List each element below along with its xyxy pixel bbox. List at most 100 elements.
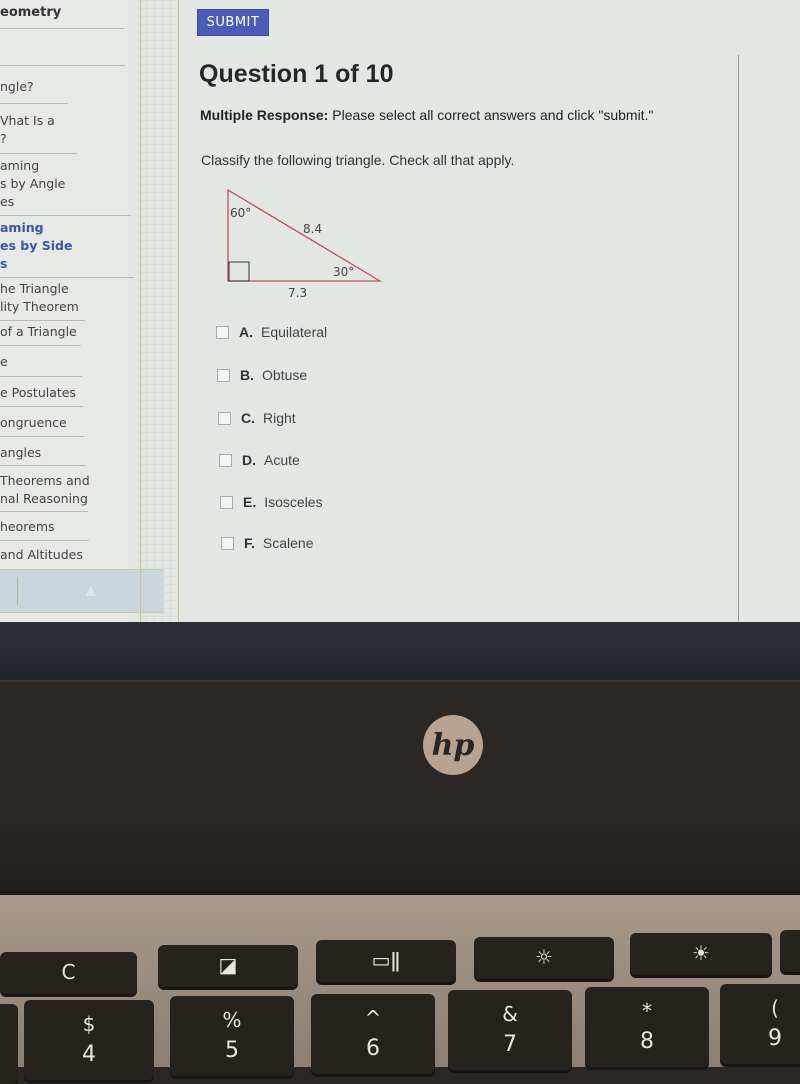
instruction-text: Please select all correct answers and cl… (328, 107, 654, 123)
choice-label: Scalene (262, 535, 314, 551)
fullscreen-icon: ◪ (218, 953, 238, 977)
key-symbol: * (642, 999, 652, 1023)
divider (0, 65, 125, 66)
key-digit: 5 (225, 1038, 239, 1063)
choice-letter: E. (243, 494, 257, 510)
panel-border (738, 55, 739, 628)
sidebar-item-congruence[interactable]: ongruence (0, 414, 67, 432)
key-9[interactable]: ( 9 (720, 984, 800, 1064)
right-angle-marker (228, 261, 250, 282)
checkbox[interactable] (220, 495, 233, 509)
key-symbol: ( (771, 996, 779, 1020)
key-symbol: $ (82, 1012, 96, 1036)
divider (0, 28, 124, 29)
divider (17, 577, 18, 605)
key-symbol: ^ (364, 1006, 382, 1030)
next-fn-key[interactable] (780, 930, 800, 972)
checkbox[interactable] (218, 411, 231, 425)
key-8[interactable]: * 8 (585, 987, 709, 1067)
triangle-svg: 60° 30° 4.2 8.4 7.3 (202, 188, 383, 300)
divider (0, 215, 131, 216)
triangle-figure: 60° 30° 4.2 8.4 7.3 (202, 186, 385, 306)
choice-label: Isosceles (264, 494, 323, 510)
question-panel: SUBMIT Question 1 of 10 Multiple Respons… (180, 0, 800, 628)
key-partial[interactable] (0, 1004, 18, 1084)
sidebar-item-altitudes[interactable]: and Altitudes (0, 546, 83, 560)
submit-button[interactable]: SUBMIT (197, 9, 269, 36)
choice-c[interactable]: C. Right (218, 410, 296, 426)
key-digit: 8 (640, 1029, 654, 1054)
sidebar-item-naming-by-side[interactable]: aming es by Side s (0, 219, 72, 273)
checkbox[interactable] (221, 536, 234, 550)
laptop-lid (0, 680, 800, 812)
fullscreen-key[interactable]: ◪ (158, 945, 298, 987)
sidebar-item-angle[interactable]: ngle? (0, 78, 34, 96)
angle-right-label: 30° (333, 265, 354, 279)
side-bottom-label: 7.3 (288, 286, 307, 300)
divider (0, 406, 83, 407)
sidebar-item-of-a-triangle[interactable]: of a Triangle (0, 323, 77, 341)
divider (0, 436, 84, 437)
sidebar-item-theorems-reasoning[interactable]: Theorems and nal Reasoning (0, 472, 90, 508)
laptop-hinge (0, 810, 800, 900)
choice-b[interactable]: B. Obtuse (217, 367, 307, 383)
divider (0, 153, 77, 154)
divider (0, 277, 134, 278)
question-title: Question 1 of 10 (199, 60, 394, 88)
key-symbol: & (502, 1002, 518, 1026)
checkbox[interactable] (217, 368, 230, 382)
sidebar-item-theorems[interactable]: heorems (0, 518, 55, 536)
sidebar-item-angles[interactable]: angles (0, 444, 41, 462)
divider (0, 376, 82, 377)
sidebar-item-triangle-inequality[interactable]: he Triangle lity Theorem (0, 280, 79, 316)
key-digit: 9 (768, 1026, 782, 1051)
choice-d[interactable]: D. Acute (219, 452, 300, 468)
brightness-down-key[interactable]: ☼ (474, 937, 614, 979)
checkbox[interactable] (219, 453, 232, 467)
choice-e[interactable]: E. Isosceles (220, 494, 323, 510)
hp-logo-icon: hp (423, 715, 483, 775)
question-type-label: Multiple Response: (200, 107, 329, 123)
overview-icon: ▭ǁ (371, 948, 401, 972)
brightness-down-icon: ☼ (535, 945, 553, 969)
choice-letter: D. (242, 452, 256, 468)
divider (0, 465, 86, 466)
choice-label: Right (263, 410, 296, 426)
angle-top-label: 60° (230, 206, 251, 220)
key-5[interactable]: % 5 (170, 996, 294, 1076)
panel-border (178, 0, 179, 628)
background-grid (138, 0, 178, 628)
key-4[interactable]: $ 4 (24, 1000, 154, 1080)
brightness-up-icon: ☀ (692, 941, 710, 965)
sidebar-item-e[interactable]: e (0, 353, 8, 371)
choice-f[interactable]: F. Scalene (221, 535, 313, 551)
up-arrow-icon[interactable]: ▲ (82, 580, 100, 601)
key-digit: 6 (366, 1036, 380, 1061)
checkbox[interactable] (216, 325, 229, 339)
sidebar-item-naming-by-angle[interactable]: aming s by Angle es (0, 157, 65, 211)
screen: eometry ngle? Vhat Is a ? aming s by Ang… (0, 0, 800, 628)
overview-key[interactable]: ▭ǁ (316, 940, 456, 982)
choice-letter: B. (240, 367, 254, 383)
brightness-up-key[interactable]: ☀ (630, 933, 772, 975)
choice-a[interactable]: A. Equilateral (216, 324, 327, 340)
choice-label: Acute (264, 452, 300, 468)
sidebar-item-postulates[interactable]: e Postulates (0, 384, 76, 402)
divider (0, 345, 81, 346)
panel-border (140, 0, 141, 628)
refresh-key[interactable]: C (0, 952, 137, 994)
divider (0, 540, 89, 541)
sidebar-item-what-is[interactable]: Vhat Is a ? (0, 112, 55, 148)
screen-bezel (0, 622, 800, 682)
question-prompt: Classify the following triangle. Check a… (201, 152, 515, 168)
sidebar-nav: eometry ngle? Vhat Is a ? aming s by Ang… (0, 0, 134, 628)
key-7[interactable]: & 7 (448, 990, 572, 1070)
course-title: eometry (0, 5, 62, 20)
key-6[interactable]: ^ 6 (311, 994, 435, 1074)
choice-letter: F. (244, 535, 255, 551)
refresh-icon: C (61, 960, 76, 984)
choice-letter: A. (239, 324, 253, 340)
divider (0, 103, 68, 104)
choice-letter: C. (241, 410, 255, 426)
key-symbol: % (222, 1008, 242, 1032)
